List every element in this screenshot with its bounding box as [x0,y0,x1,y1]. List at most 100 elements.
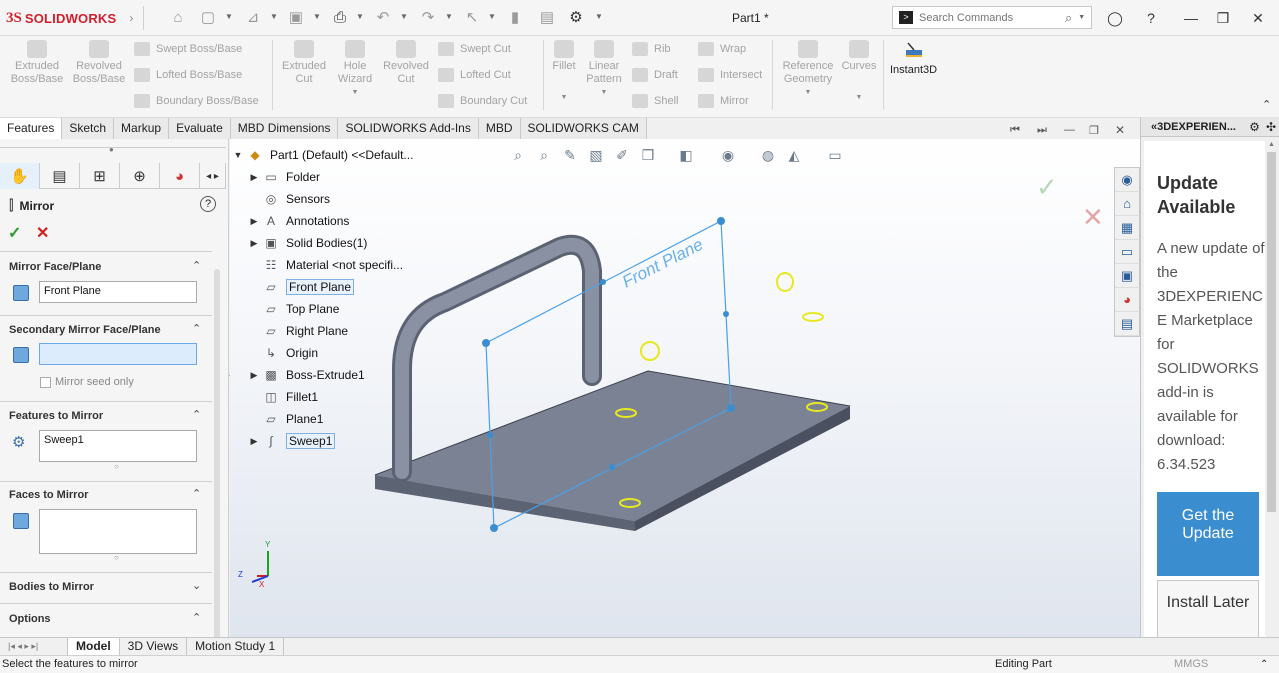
apply-scene-icon[interactable]: ◭ [784,145,804,165]
instant3d-button[interactable]: Instant3D [890,40,937,76]
panel-scrollbar[interactable] [214,269,220,673]
bodies-to-mirror-heading[interactable]: Bodies to Mirror [9,581,94,593]
home-icon[interactable]: ⌂ [168,8,188,28]
tree-item[interactable]: ▶ ▭ Folder [230,167,320,187]
search-dropdown-icon[interactable]: ▼ [1078,14,1085,21]
tree-item[interactable]: ◎ Sensors [230,189,330,209]
section-view-icon[interactable]: ▧ [586,145,606,165]
print-icon[interactable]: ⎙ [330,8,350,28]
viewport-prev-icon[interactable]: ⏮ [1010,124,1020,137]
rebuild-icon[interactable]: ▮ [505,8,525,28]
graphics-area[interactable]: Front Plane ✓ ✕ Y Z X ⌕ ⌕ ✎ ▧ ✐ ❒ ◧ ◉ ◍ [230,139,1140,637]
user-account-icon[interactable]: ◯ [1104,8,1126,28]
viewport-next-icon[interactable]: ⏭ [1037,124,1047,137]
new-dropdown-icon[interactable]: ▼ [225,12,233,21]
install-later-button[interactable]: Install Later [1157,580,1259,637]
view-settings-icon[interactable]: ▭ [825,145,845,165]
file-explorer-icon[interactable]: ▭ [1115,240,1139,264]
list-resize-handle[interactable]: ○ [114,462,119,471]
plane-handle[interactable] [723,311,729,317]
close-icon[interactable]: ✕ [1247,8,1269,28]
3dexperience-tab-icon[interactable]: ◉ [1115,168,1139,192]
plane-handle[interactable] [487,432,493,438]
collapse-chevron-icon[interactable]: ⌃ [192,322,201,335]
plane-handle[interactable] [717,217,725,225]
options-gear-icon[interactable]: ⚙ [566,8,586,28]
edit-appearance-icon[interactable]: ◍ [758,145,778,165]
lofted-boss-button[interactable]: Lofted Boss/Base [134,68,242,82]
linear-pattern-dropdown-icon[interactable]: ▼ [582,86,626,99]
tab-solidworks-add-ins[interactable]: SOLIDWORKS Add-Ins [338,118,479,139]
help-icon[interactable]: ? [1140,8,1162,28]
status-dropdown-icon[interactable]: ⌃ [1260,656,1268,673]
mirror-seed-only-checkbox[interactable] [40,376,51,388]
dimxpert-tab-icon[interactable]: ⊕ [120,163,160,189]
cancel-button[interactable]: ✕ [36,223,49,243]
tree-item[interactable]: ▱ Front Plane [230,277,355,297]
open-dropdown-icon[interactable]: ▼ [270,12,278,21]
tab-sketch[interactable]: Sketch [62,118,115,139]
save-dropdown-icon[interactable]: ▼ [313,12,321,21]
hide-show-items-icon[interactable]: ◉ [718,145,738,165]
tree-item[interactable]: ▱ Top Plane [230,299,339,319]
pin-icon[interactable]: ✣ [1266,120,1276,134]
zoom-to-area-icon[interactable]: ⌕ [534,145,554,165]
expand-chevron-icon[interactable]: ⌄ [192,579,201,592]
reference-geometry-button[interactable]: Reference Geometry ▼ [778,40,838,99]
search-icon[interactable]: ⌕ [1065,10,1072,26]
revolved-boss-button[interactable]: Revolved Boss/Base [70,40,128,86]
revolved-cut-button[interactable]: Revolved Cut [380,40,432,86]
print-dropdown-icon[interactable]: ▼ [356,12,364,21]
viewport-close-icon[interactable]: ✕ [1115,123,1125,137]
collapse-arrow-icon[interactable]: ▼ [230,150,246,160]
plane-handle[interactable] [600,279,606,285]
tab-3d-views[interactable]: 3D Views [120,638,188,655]
tab-motion-study[interactable]: Motion Study 1 [187,638,285,655]
settings-gear-icon[interactable]: ⚙ [1249,120,1260,134]
lofted-cut-button[interactable]: Lofted Cut [438,68,511,82]
undo-dropdown-icon[interactable]: ▼ [400,12,408,21]
list-resize-handle[interactable]: ○ [114,553,119,562]
expand-arrow-icon[interactable]: ▶ [246,238,262,249]
faces-to-mirror-list[interactable] [39,509,197,554]
design-library-icon[interactable]: ▦ [1115,216,1139,240]
tab-markup[interactable]: Markup [114,118,170,139]
tab-scroll-arrows[interactable]: |◂ ◂ ▸ ▸| [0,638,68,655]
swept-boss-button[interactable]: Swept Boss/Base [134,42,242,56]
secondary-mirror-field[interactable] [39,343,197,365]
boundary-cut-button[interactable]: Boundary Cut [438,94,527,108]
logo-menu-arrow-icon[interactable]: › [129,11,133,25]
solidworks-resources-icon[interactable]: ⌂ [1115,192,1139,216]
shell-button[interactable]: Shell [632,94,678,108]
extruded-cut-button[interactable]: Extruded Cut [278,40,330,86]
open-icon[interactable]: ⊿ [243,8,263,28]
tab-solidworks-cam[interactable]: SOLIDWORKS CAM [520,118,647,139]
search-commands[interactable]: > ⌕ ▼ [892,6,1092,29]
zoom-to-fit-icon[interactable]: ⌕ [508,145,528,165]
custom-properties-icon[interactable]: ▤ [1115,312,1139,336]
plane-handle[interactable] [482,339,490,347]
collapse-ribbon-icon[interactable]: ⌃ [1262,98,1271,111]
expand-arrow-icon[interactable]: ▶ [246,172,262,183]
tabs-scroll-arrows[interactable]: ◂ ▸ [200,163,226,189]
new-document-icon[interactable]: ▢ [198,8,218,28]
restore-icon[interactable]: ❐ [1212,8,1234,28]
hole-wizard-dropdown-icon[interactable]: ▼ [330,86,380,99]
undo-icon[interactable]: ↶ [373,8,393,28]
fillet-dropdown-icon[interactable]: ▼ [548,91,580,104]
view-orientation-icon[interactable]: ❒ [638,145,658,165]
expand-arrow-icon[interactable]: ▶ [246,216,262,227]
tab-evaluate[interactable]: Evaluate [169,118,231,139]
help-icon[interactable]: ? [200,196,216,212]
tree-item[interactable]: ▱ Plane1 [230,409,323,429]
save-icon[interactable]: ▣ [286,8,306,28]
tab-mbd[interactable]: MBD [478,118,521,139]
collapse-chevron-icon[interactable]: ⌃ [192,259,201,272]
tree-item[interactable]: ▱ Right Plane [230,321,348,341]
tab-model[interactable]: Model [68,638,120,655]
configurationmanager-tab-icon[interactable]: ⊞ [80,163,120,189]
confirm-ok-icon[interactable]: ✓ [1036,173,1058,203]
appearances-icon[interactable]: ◕ [1115,288,1139,312]
mirror-plane-field[interactable]: Front Plane [39,281,197,303]
tree-item[interactable]: ◫ Fillet1 [230,387,318,407]
